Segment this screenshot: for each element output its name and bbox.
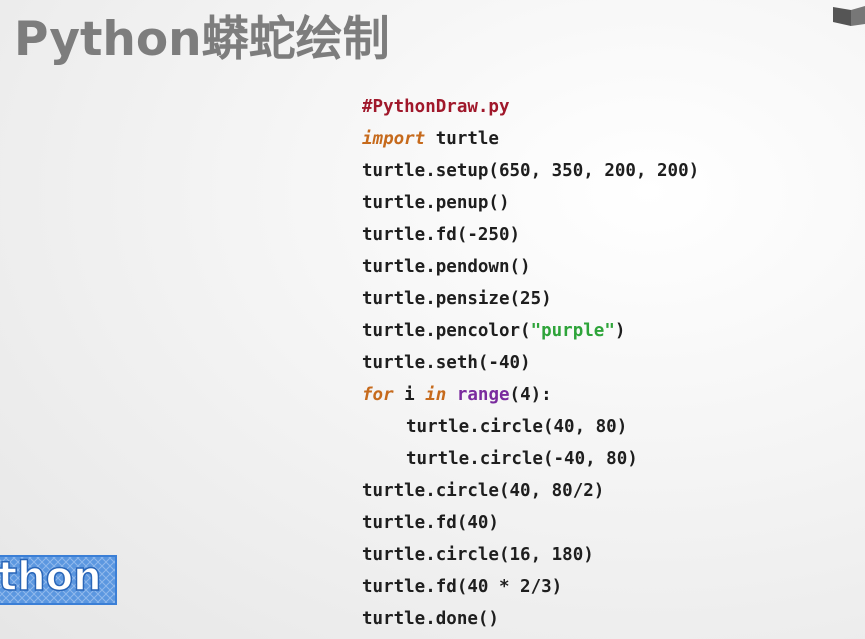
- code-line: turtle.fd(-250): [362, 225, 521, 245]
- code-line: turtle.pencolor("purple"): [362, 316, 782, 348]
- code-line: turtle.fd(40 * 2/3): [362, 577, 563, 597]
- python-logo-text: thon: [0, 554, 102, 600]
- code-line: turtle.pensize(25): [362, 289, 552, 309]
- code-keyword: for: [362, 385, 394, 405]
- code-line: import turtle: [362, 124, 782, 156]
- code-text: turtle.pencolor(: [362, 321, 531, 341]
- code-line: turtle.seth(-40): [362, 353, 531, 373]
- code-line: turtle.done(): [362, 609, 499, 629]
- code-line: #PythonDraw.py: [362, 92, 782, 124]
- code-text: i: [393, 385, 426, 405]
- code-text: ): [614, 321, 626, 341]
- code-comment: #PythonDraw.py: [362, 97, 510, 117]
- corner-logo-icon: [833, 6, 865, 26]
- code-string: "purple": [530, 321, 615, 341]
- code-line: turtle.circle(-40, 80): [406, 449, 638, 469]
- code-block: #PythonDraw.py import turtle turtle.setu…: [362, 92, 782, 636]
- code-text: turtle: [425, 129, 499, 149]
- code-keyword: import: [362, 129, 426, 149]
- code-line: turtle.setup(650, 350, 200, 200): [362, 161, 700, 181]
- code-line: for i in range(4):: [362, 380, 782, 412]
- slide-title: Python蟒蛇绘制: [14, 12, 390, 67]
- python-logo: thon: [0, 553, 117, 605]
- code-text: (4):: [509, 385, 552, 405]
- code-line: turtle.circle(40, 80): [406, 417, 628, 437]
- code-line: turtle.fd(40): [362, 513, 499, 533]
- code-line: turtle.circle(16, 180): [362, 545, 594, 565]
- code-builtin: range: [456, 385, 510, 405]
- code-line: turtle.circle(40, 80/2): [362, 481, 605, 501]
- code-line: turtle.penup(): [362, 193, 510, 213]
- code-line: turtle.pendown(): [362, 257, 531, 277]
- code-keyword: in: [425, 385, 447, 405]
